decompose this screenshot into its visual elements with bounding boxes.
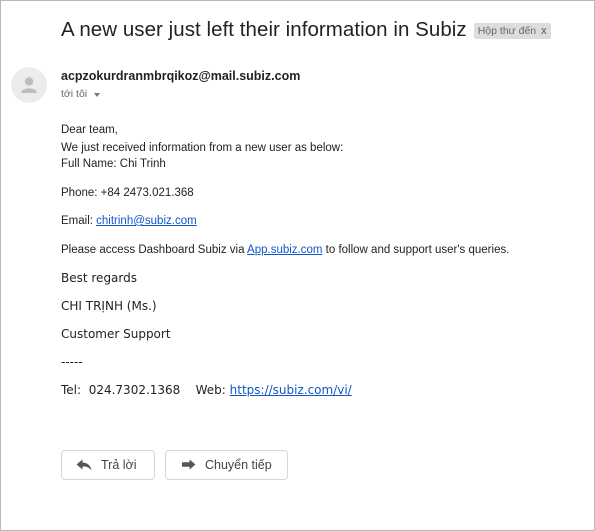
reply-button[interactable]: Trả lời: [61, 450, 155, 480]
inbox-label-chip[interactable]: Hộp thư đến x: [473, 23, 551, 39]
tel-label: Tel:: [61, 383, 82, 397]
recipient-toggle[interactable]: tới tôi: [61, 88, 101, 100]
signature-separator: -----: [61, 355, 83, 369]
phone-line: Phone: +84 2473.021.368: [61, 187, 194, 199]
reply-arrow-icon: [76, 459, 92, 471]
intro-line: We just received information from a new …: [61, 142, 344, 154]
subject-row: A new user just left their information i…: [61, 18, 551, 42]
access-line-prefix: Please access Dashboard Subiz via: [61, 244, 248, 256]
contact-line: Tel: 024.7302.1368 Web: https://subiz.co…: [61, 383, 352, 397]
recipient-label: tới tôi: [61, 88, 88, 100]
web-label: Web:: [195, 383, 226, 397]
email-subject: A new user just left their information i…: [61, 18, 467, 41]
sender-email: acpzokurdranmbrqikoz@mail.subiz.com: [61, 69, 301, 83]
website-link[interactable]: https://subiz.com/vi/: [230, 383, 352, 397]
user-email-link[interactable]: chitrinh@subiz.com: [96, 215, 197, 227]
sender-avatar[interactable]: [11, 67, 47, 103]
close-icon[interactable]: x: [541, 25, 547, 37]
signature-name: CHI TRỊNH (Ms.): [61, 299, 157, 313]
access-line-suffix: to follow and support user's queries.: [322, 244, 510, 256]
forward-arrow-icon: [182, 459, 196, 470]
dashboard-link[interactable]: App.subiz.com: [247, 244, 322, 256]
inbox-label-text: Hộp thư đến: [477, 25, 537, 37]
full-name-line: Full Name: Chi Trinh: [61, 158, 166, 170]
greeting-line: Dear team,: [61, 124, 118, 136]
closing-line: Best regards: [61, 271, 138, 285]
forward-button[interactable]: Chuyển tiếp: [165, 450, 288, 480]
reply-button-label: Trả lời: [101, 458, 137, 472]
email-line-prefix: Email:: [61, 215, 97, 227]
dropdown-caret-icon: [94, 92, 101, 97]
person-avatar-icon: [21, 77, 37, 93]
email-line: Email: chitrinh@subiz.com: [61, 215, 197, 227]
tel-value: 024.7302.1368: [88, 383, 181, 397]
access-line: Please access Dashboard Subiz via App.su…: [61, 244, 509, 256]
forward-button-label: Chuyển tiếp: [205, 458, 272, 472]
signature-role: Customer Support: [61, 327, 171, 341]
